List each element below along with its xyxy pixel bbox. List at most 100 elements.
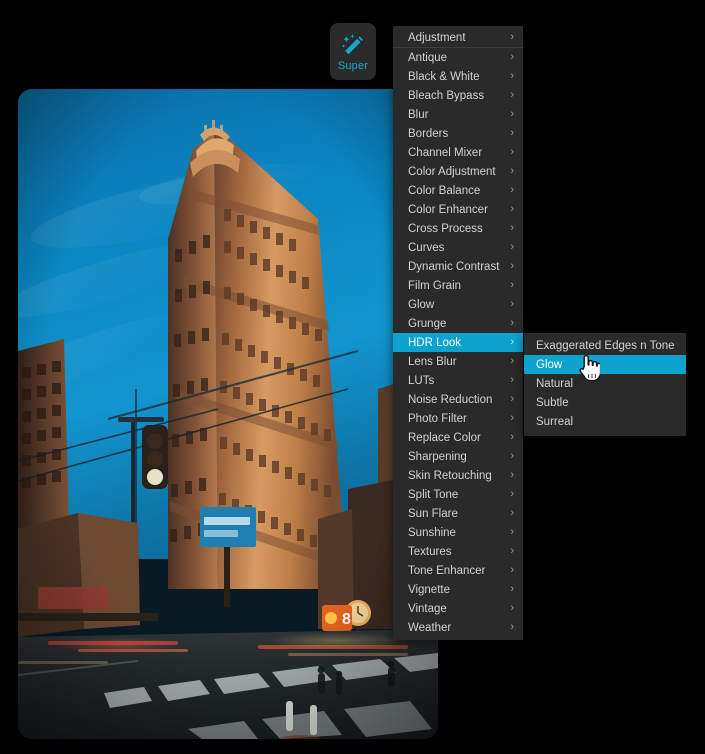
menu-item-adjustment[interactable]: Adjustment› xyxy=(393,28,523,48)
menu-item-label: LUTs xyxy=(408,375,510,387)
chevron-right-icon: › xyxy=(510,71,515,82)
submenu-item-label: Surreal xyxy=(536,416,573,428)
menu-item-tone-enhancer[interactable]: Tone Enhancer› xyxy=(393,561,523,580)
chevron-right-icon: › xyxy=(510,356,515,367)
menu-item-label: Weather xyxy=(408,622,510,634)
menu-item-label: Borders xyxy=(408,128,510,140)
photo-preview[interactable]: 8 xyxy=(18,89,438,739)
submenu-item-label: Subtle xyxy=(536,397,569,409)
chevron-right-icon: › xyxy=(510,223,515,234)
menu-item-label: Color Adjustment xyxy=(408,166,510,178)
menu-item-label: Sun Flare xyxy=(408,508,510,520)
chevron-right-icon: › xyxy=(510,32,515,43)
menu-item-label: Cross Process xyxy=(408,223,510,235)
menu-item-replace-color[interactable]: Replace Color› xyxy=(393,428,523,447)
menu-item-grunge[interactable]: Grunge› xyxy=(393,314,523,333)
super-button[interactable]: Super xyxy=(330,23,376,80)
menu-item-film-grain[interactable]: Film Grain› xyxy=(393,276,523,295)
menu-item-borders[interactable]: Borders› xyxy=(393,124,523,143)
menu-item-label: Vintage xyxy=(408,603,510,615)
menu-item-label: Adjustment xyxy=(408,32,510,44)
menu-item-label: Bleach Bypass xyxy=(408,90,510,102)
menu-item-sunshine[interactable]: Sunshine› xyxy=(393,523,523,542)
menu-item-weather[interactable]: Weather› xyxy=(393,618,523,637)
menu-item-vintage[interactable]: Vintage› xyxy=(393,599,523,618)
submenu-item-label: Glow xyxy=(536,359,562,371)
menu-item-curves[interactable]: Curves› xyxy=(393,238,523,257)
menu-item-label: HDR Look xyxy=(408,337,510,349)
menu-item-vignette[interactable]: Vignette› xyxy=(393,580,523,599)
menu-item-label: Color Balance xyxy=(408,185,510,197)
menu-item-label: Sunshine xyxy=(408,527,510,539)
menu-item-luts[interactable]: LUTs› xyxy=(393,371,523,390)
menu-item-glow[interactable]: Glow› xyxy=(393,295,523,314)
submenu-item-label: Natural xyxy=(536,378,573,390)
menu-item-skin-retouching[interactable]: Skin Retouching› xyxy=(393,466,523,485)
chevron-right-icon: › xyxy=(510,432,515,443)
menu-item-label: Sharpening xyxy=(408,451,510,463)
effects-menu[interactable]: Adjustment›Antique›Black & White›Bleach … xyxy=(393,26,523,640)
menu-item-label: Channel Mixer xyxy=(408,147,510,159)
chevron-right-icon: › xyxy=(510,489,515,500)
hdr-look-submenu[interactable]: Exaggerated Edges n Tone Glow Natural Subtl… xyxy=(524,333,686,436)
menu-item-sharpening[interactable]: Sharpening› xyxy=(393,447,523,466)
chevron-right-icon: › xyxy=(510,185,515,196)
menu-item-label: Replace Color xyxy=(408,432,510,444)
menu-item-label: Split Tone xyxy=(408,489,510,501)
chevron-right-icon: › xyxy=(510,147,515,158)
chevron-right-icon: › xyxy=(510,109,515,120)
menu-item-hdr-look[interactable]: HDR Look› xyxy=(393,333,523,352)
magic-wand-icon xyxy=(340,32,366,58)
menu-item-channel-mixer[interactable]: Channel Mixer› xyxy=(393,143,523,162)
menu-item-color-balance[interactable]: Color Balance› xyxy=(393,181,523,200)
chevron-right-icon: › xyxy=(510,166,515,177)
menu-item-dynamic-contrast[interactable]: Dynamic Contrast› xyxy=(393,257,523,276)
menu-item-cross-process[interactable]: Cross Process› xyxy=(393,219,523,238)
menu-item-label: Skin Retouching xyxy=(408,470,510,482)
menu-item-label: Textures xyxy=(408,546,510,558)
chevron-right-icon: › xyxy=(510,394,515,405)
menu-item-label: Lens Blur xyxy=(408,356,510,368)
chevron-right-icon: › xyxy=(510,565,515,576)
menu-item-black-white[interactable]: Black & White› xyxy=(393,67,523,86)
chevron-right-icon: › xyxy=(510,90,515,101)
chevron-right-icon: › xyxy=(510,128,515,139)
menu-item-label: Curves xyxy=(408,242,510,254)
menu-item-color-adjustment[interactable]: Color Adjustment› xyxy=(393,162,523,181)
submenu-item-surreal[interactable]: Surreal xyxy=(524,412,686,431)
menu-item-textures[interactable]: Textures› xyxy=(393,542,523,561)
menu-item-lens-blur[interactable]: Lens Blur› xyxy=(393,352,523,371)
chevron-right-icon: › xyxy=(510,584,515,595)
chevron-right-icon: › xyxy=(510,337,515,348)
menu-item-blur[interactable]: Blur› xyxy=(393,105,523,124)
menu-item-label: Film Grain xyxy=(408,280,510,292)
submenu-item-glow[interactable]: Glow xyxy=(524,355,686,374)
chevron-right-icon: › xyxy=(510,622,515,633)
chevron-right-icon: › xyxy=(510,546,515,557)
super-button-label: Super xyxy=(338,60,368,72)
submenu-item-exaggerated-edges-n-tone[interactable]: Exaggerated Edges n Tone xyxy=(524,336,686,355)
photo-image: 8 xyxy=(18,89,438,739)
chevron-right-icon: › xyxy=(510,508,515,519)
chevron-right-icon: › xyxy=(510,52,515,63)
menu-item-label: Noise Reduction xyxy=(408,394,510,406)
chevron-right-icon: › xyxy=(510,204,515,215)
menu-item-sun-flare[interactable]: Sun Flare› xyxy=(393,504,523,523)
menu-item-split-tone[interactable]: Split Tone› xyxy=(393,485,523,504)
submenu-item-natural[interactable]: Natural xyxy=(524,374,686,393)
chevron-right-icon: › xyxy=(510,318,515,329)
menu-item-antique[interactable]: Antique› xyxy=(393,48,523,67)
menu-item-label: Glow xyxy=(408,299,510,311)
menu-item-bleach-bypass[interactable]: Bleach Bypass› xyxy=(393,86,523,105)
submenu-item-subtle[interactable]: Subtle xyxy=(524,393,686,412)
menu-item-photo-filter[interactable]: Photo Filter› xyxy=(393,409,523,428)
chevron-right-icon: › xyxy=(510,470,515,481)
menu-item-label: Black & White xyxy=(408,71,510,83)
menu-item-label: Antique xyxy=(408,52,510,64)
menu-item-noise-reduction[interactable]: Noise Reduction› xyxy=(393,390,523,409)
submenu-item-label: Exaggerated Edges n Tone xyxy=(536,340,675,352)
chevron-right-icon: › xyxy=(510,242,515,253)
menu-item-color-enhancer[interactable]: Color Enhancer› xyxy=(393,200,523,219)
chevron-right-icon: › xyxy=(510,413,515,424)
chevron-right-icon: › xyxy=(510,375,515,386)
